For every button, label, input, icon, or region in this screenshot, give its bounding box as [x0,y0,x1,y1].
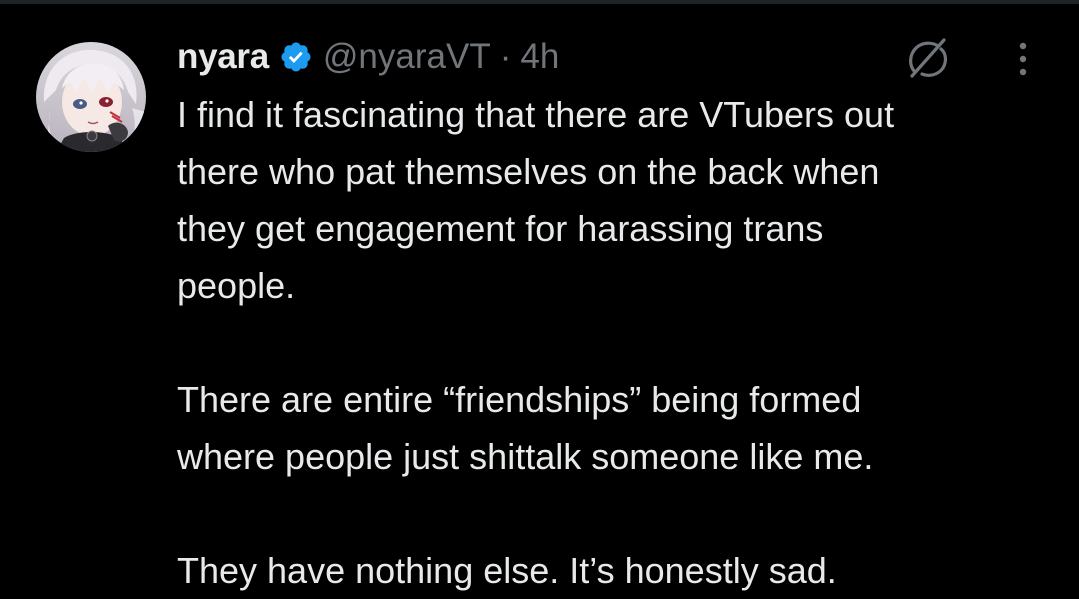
text-line: There are entire “friendships” being for… [177,379,862,420]
text-line: there who pat themselves on the back whe… [177,151,880,192]
post-text: I find it fascinating that there are VTu… [177,86,1057,599]
post-timestamp[interactable]: 4h [520,37,559,77]
grok-icon[interactable] [902,34,950,82]
avatar-image [36,42,146,152]
author-name[interactable]: nyara [177,37,269,77]
verified-badge-icon[interactable] [279,40,313,74]
post-header: nyara @nyaraVT · 4h [177,32,559,82]
text-line: I find it fascinating that there are VTu… [177,94,895,135]
paragraph-2: There are entire “friendships” being for… [177,371,1057,485]
paragraph-3: They have nothing else. It’s honestly sa… [177,542,1057,599]
paragraph-1: I find it fascinating that there are VTu… [177,86,1057,314]
separator-dot: · [499,37,512,76]
top-divider [0,0,1079,4]
more-options-icon[interactable] [1007,38,1039,82]
avatar[interactable] [36,42,146,152]
text-line: They have nothing else. It’s honestly sa… [177,550,837,591]
text-line: people. [177,265,296,306]
text-line: they get engagement for harassing trans [177,208,824,249]
author-handle[interactable]: @nyaraVT [323,37,491,77]
text-line: where people just shittalk someone like … [177,436,874,477]
